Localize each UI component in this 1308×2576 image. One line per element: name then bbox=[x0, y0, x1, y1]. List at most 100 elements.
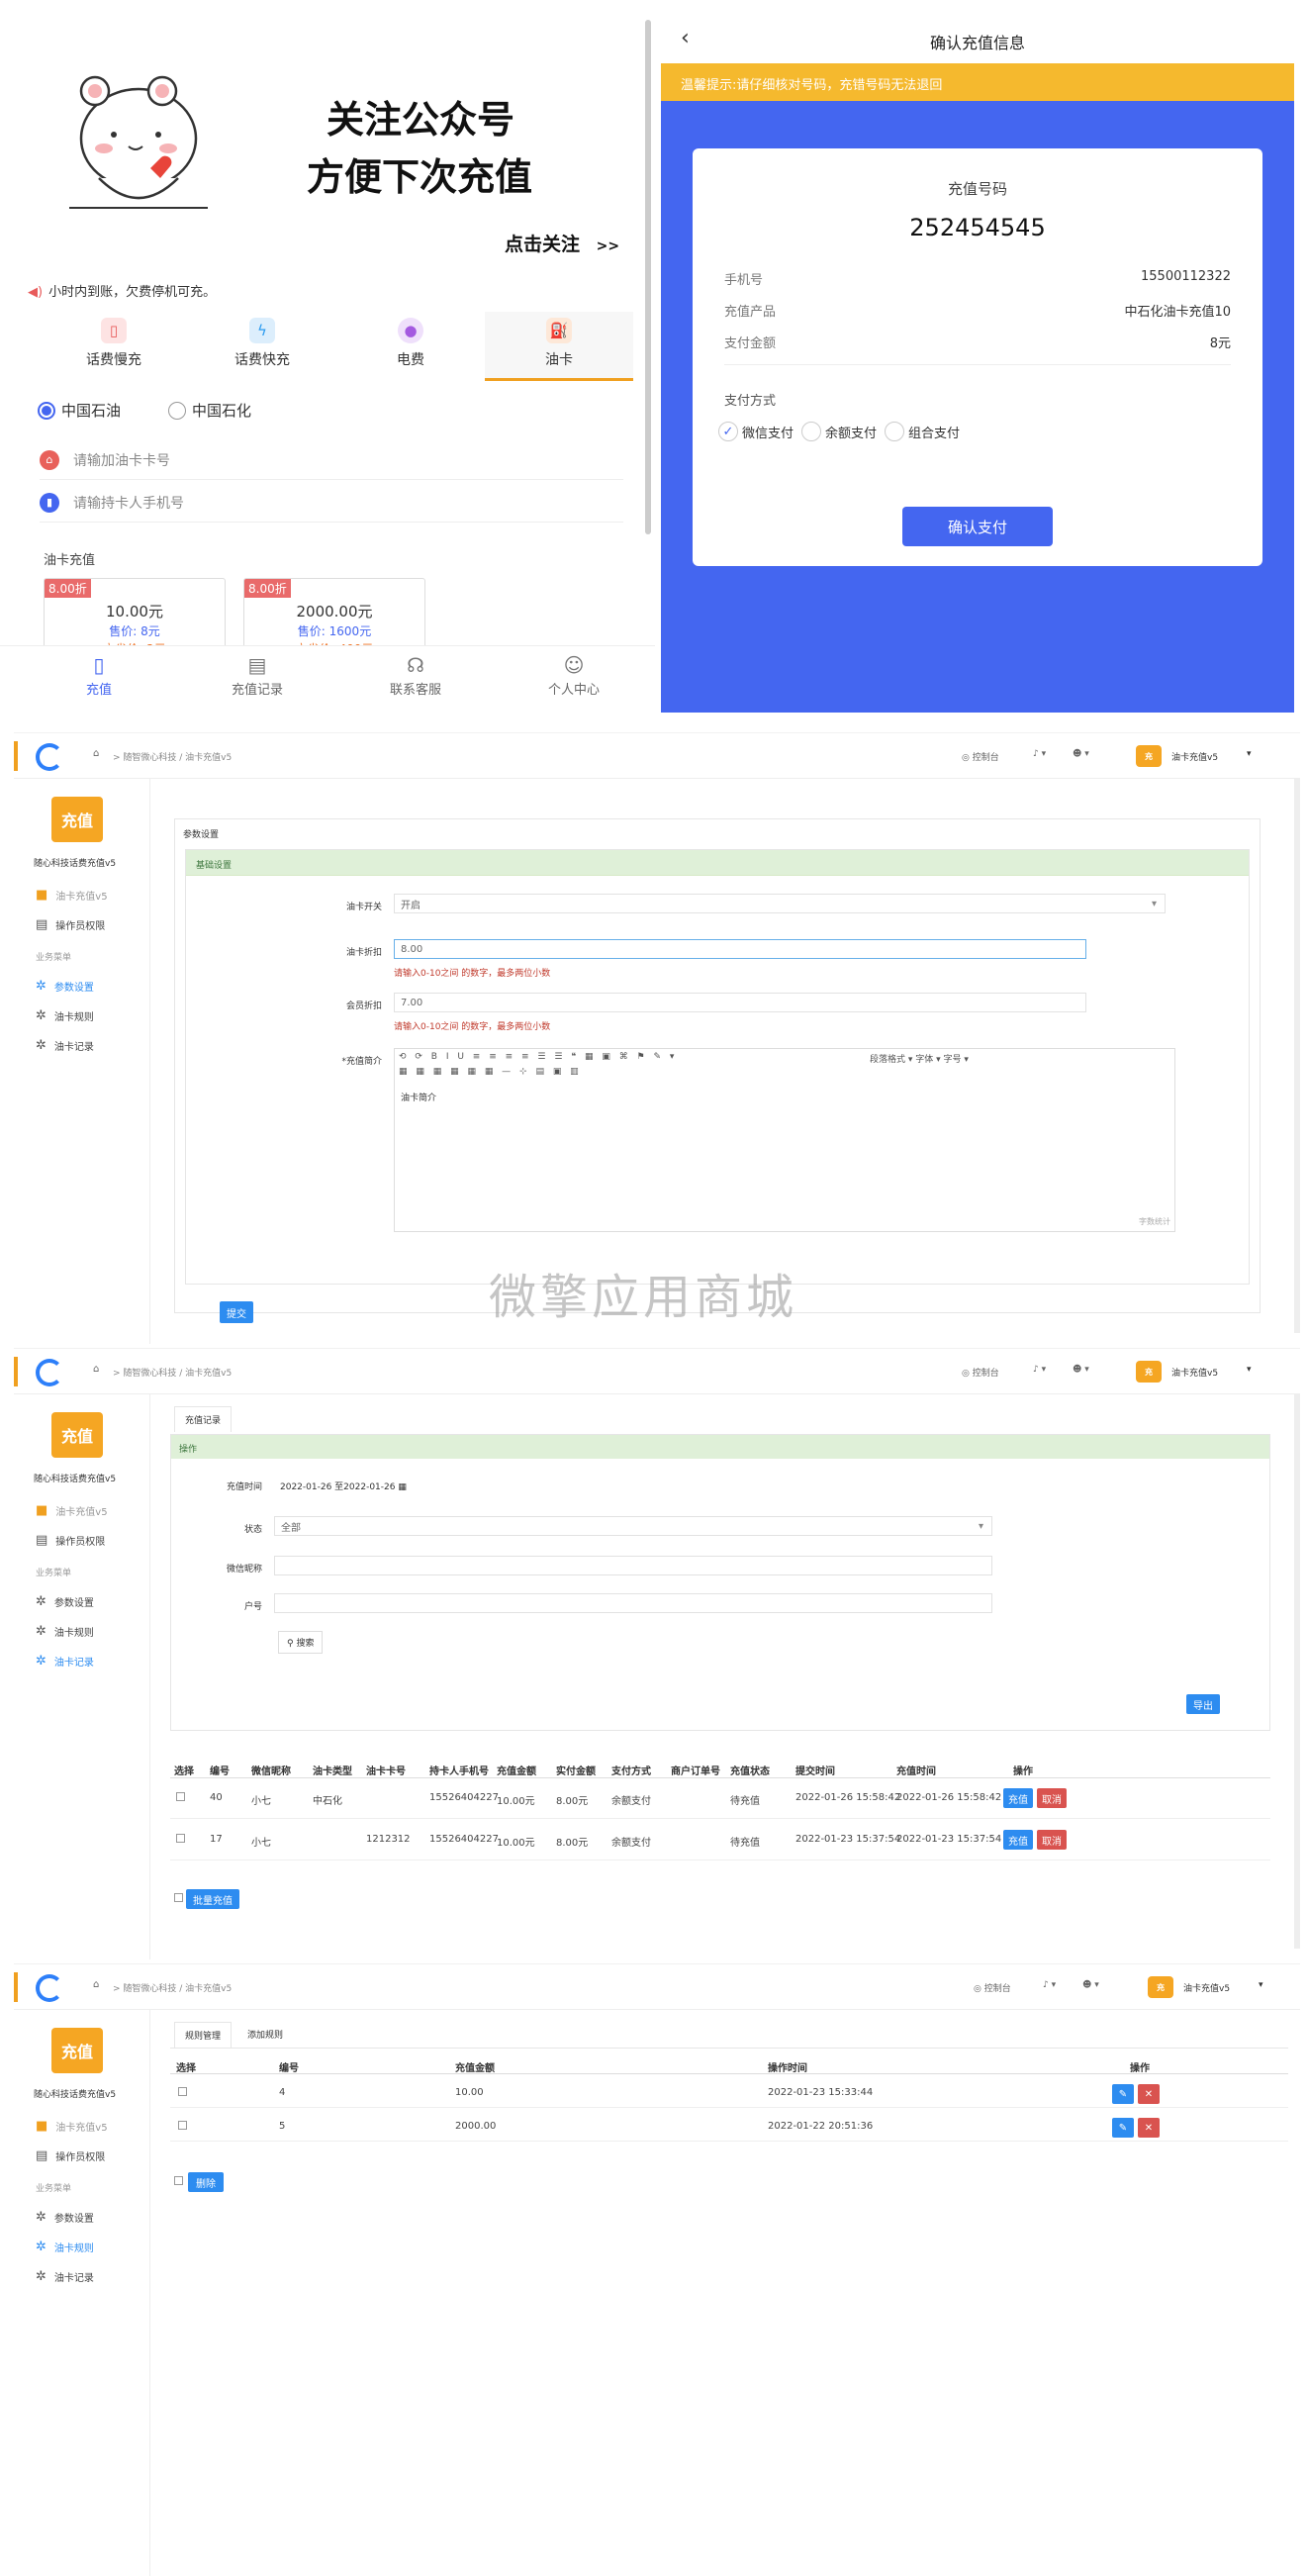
user-menu-icon[interactable]: ☻ ▾ bbox=[1073, 1365, 1089, 1375]
row-checkbox[interactable] bbox=[176, 1792, 185, 1801]
console-link[interactable]: ◎ 控制台 bbox=[974, 1981, 1011, 1994]
bell-icon[interactable]: ♪ ▾ bbox=[1043, 1980, 1056, 1990]
row-divider bbox=[170, 2107, 1288, 2108]
sidebar-item-module[interactable]: ■ 油卡充值v5 bbox=[14, 2111, 150, 2141]
follow-link[interactable]: 点击关注 >> bbox=[505, 230, 619, 256]
tab-fuel-card[interactable]: ⛽ 油卡 bbox=[485, 312, 633, 381]
discount-input[interactable]: 8.00 bbox=[394, 939, 1086, 959]
sidebar-label: 油卡记录 bbox=[53, 1041, 94, 1053]
export-button[interactable]: 导出 bbox=[1186, 1694, 1220, 1714]
pay-wechat[interactable]: ✓ 微信支付 bbox=[718, 422, 794, 441]
card-number-input[interactable]: ⌂ 请输加油卡卡号 bbox=[40, 440, 623, 480]
filter-section: 操作 充值时间 2022-01-26 至2022-01-26 ▦ 状态 全部 ▾ … bbox=[170, 1434, 1270, 1731]
table-cell: 5 bbox=[279, 2121, 286, 2132]
nav-service[interactable]: ☊ 联系客服 bbox=[336, 653, 495, 698]
sidebar-item-perm[interactable]: ▤ 操作员权限 bbox=[14, 1525, 150, 1555]
chevron-down-icon[interactable]: ▾ bbox=[1247, 749, 1252, 759]
tab-phone-fast[interactable]: ϟ 话费快充 bbox=[188, 312, 336, 381]
chevron-down-icon[interactable]: ▾ bbox=[1247, 1365, 1252, 1375]
row-checkbox[interactable] bbox=[178, 2121, 187, 2130]
sidebar-item-params[interactable]: ✲ 参数设置 bbox=[14, 1586, 150, 1616]
account-input[interactable] bbox=[274, 1593, 992, 1613]
user-name: 油卡充值v5 bbox=[1183, 1984, 1231, 1994]
tab-phone-slow[interactable]: ▯ 话费慢充 bbox=[40, 312, 188, 381]
sidebar-item-records[interactable]: ✲ 油卡记录 bbox=[14, 1646, 150, 1675]
nav-profile[interactable]: ☺ 个人中心 bbox=[495, 653, 653, 698]
charge-button[interactable]: 充值 bbox=[1003, 1830, 1033, 1850]
tab-records[interactable]: 充值记录 bbox=[174, 1406, 233, 1432]
bell-icon[interactable]: ♪ ▾ bbox=[1033, 749, 1046, 759]
close-icon[interactable]: ✕ bbox=[1138, 2084, 1160, 2104]
console-link[interactable]: ◎ 控制台 bbox=[962, 750, 999, 763]
tab-add-rule[interactable]: 添加规则 bbox=[237, 2022, 293, 2047]
sidebar-item-perm[interactable]: ▤ 操作员权限 bbox=[14, 2141, 150, 2170]
sidebar-item-rules[interactable]: ✲ 油卡规则 bbox=[14, 2232, 150, 2261]
sidebar-item-records[interactable]: ✲ 油卡记录 bbox=[14, 2261, 150, 2291]
member-input[interactable]: 7.00 bbox=[394, 993, 1086, 1012]
switch-select[interactable]: 开启 ▾ bbox=[394, 894, 1166, 913]
tab-rule-manage[interactable]: 规则管理 bbox=[174, 2022, 233, 2048]
sidebar-label: 参数设置 bbox=[53, 982, 94, 994]
home-icon[interactable]: ⌂ bbox=[93, 1979, 99, 1990]
user-menu-icon[interactable]: ☻ ▾ bbox=[1082, 1980, 1099, 1990]
row-checkbox[interactable] bbox=[176, 1834, 185, 1843]
tab-divider bbox=[170, 2048, 1288, 2049]
chevron-down-icon[interactable]: ▾ bbox=[1259, 1980, 1263, 1990]
family-label: 字体 bbox=[915, 1055, 934, 1065]
editor-toolbar-row2[interactable]: ▦ ▦ ▦ ▦ ▦ ▦ — ⊹ ▤ ▣ ▥ bbox=[399, 1067, 582, 1077]
sidebar-item-rules[interactable]: ✲ 油卡规则 bbox=[14, 1616, 150, 1646]
user-avatar: 充 bbox=[1148, 1976, 1173, 1998]
nav-recharge[interactable]: ▯ 充值 bbox=[20, 653, 178, 698]
gear-icon: ✲ bbox=[36, 2209, 47, 2225]
rich-editor[interactable]: ⟲ ⟳ B I U ≡ ≡ ≡ ≡ ☰ ☰ ❝ ▦ ▣ ⌘ ⚑ ✎ ▾ 段落格式… bbox=[394, 1048, 1175, 1232]
edit-icon[interactable]: ✎ bbox=[1112, 2118, 1134, 2138]
pay-balance[interactable]: 余额支付 bbox=[801, 422, 877, 441]
tablet-icon: ▯ bbox=[93, 653, 105, 677]
sidebar-group: 业务菜单 bbox=[14, 1557, 150, 1586]
nav-records[interactable]: ▤ 充值记录 bbox=[178, 653, 336, 698]
table-cell: 10.00元 bbox=[497, 1838, 535, 1849]
editor-toolbar[interactable]: ⟲ ⟳ B I U ≡ ≡ ≡ ≡ ☰ ☰ ❝ ▦ ▣ ⌘ ⚑ ✎ ▾ bbox=[399, 1052, 677, 1062]
doc-icon: ▤ bbox=[36, 2147, 48, 2163]
select-all-checkbox[interactable] bbox=[174, 1893, 183, 1902]
bell-icon[interactable]: ♪ ▾ bbox=[1033, 1365, 1046, 1375]
sidebar-item-records[interactable]: ✲ 油卡记录 bbox=[14, 1030, 150, 1060]
pay-combined[interactable]: 组合支付 bbox=[885, 422, 960, 441]
row-checkbox[interactable] bbox=[178, 2087, 187, 2096]
home-icon[interactable]: ⌂ bbox=[93, 748, 99, 759]
cancel-button[interactable]: 取消 bbox=[1037, 1830, 1067, 1850]
sidebar-item-module[interactable]: ■ 油卡充值v5 bbox=[14, 880, 150, 909]
table-cell: 15526404227 bbox=[429, 1834, 499, 1845]
user-menu-icon[interactable]: ☻ ▾ bbox=[1073, 749, 1089, 759]
sidebar-item-module[interactable]: ■ 油卡充值v5 bbox=[14, 1495, 150, 1525]
phone-input[interactable]: ▮ 请输持卡人手机号 bbox=[40, 483, 623, 523]
home-icon[interactable]: ⌂ bbox=[93, 1364, 99, 1375]
sidebar-item-rules[interactable]: ✲ 油卡规则 bbox=[14, 1001, 150, 1030]
delete-button[interactable]: 删除 bbox=[188, 2172, 224, 2192]
search-button[interactable]: ⚲ 搜索 bbox=[278, 1631, 324, 1654]
sidebar-item-perm[interactable]: ▤ 操作员权限 bbox=[14, 909, 150, 939]
tab-electric[interactable]: ● 电费 bbox=[336, 312, 485, 381]
sidebar-item-params[interactable]: ✲ 参数设置 bbox=[14, 2202, 150, 2232]
scrollbar[interactable] bbox=[645, 20, 651, 534]
submit-button[interactable]: 提交 bbox=[220, 1301, 253, 1323]
sidebar-item-params[interactable]: ✲ 参数设置 bbox=[14, 971, 150, 1001]
console-label: 控制台 bbox=[972, 753, 999, 763]
wx-nickname-input[interactable] bbox=[274, 1556, 992, 1575]
scrollbar[interactable] bbox=[1294, 779, 1300, 1333]
date-range[interactable]: 2022-01-26 至2022-01-26 ▦ bbox=[280, 1479, 407, 1492]
edit-icon[interactable]: ✎ bbox=[1112, 2084, 1134, 2104]
batch-charge-button[interactable]: 批量充值 bbox=[186, 1889, 239, 1909]
select-all-checkbox[interactable] bbox=[174, 2176, 183, 2185]
radio-cnpc[interactable]: 中国石油 bbox=[38, 400, 121, 421]
close-icon[interactable]: ✕ bbox=[1138, 2118, 1160, 2138]
scrollbar[interactable] bbox=[1294, 1394, 1300, 1949]
console-link[interactable]: ◎ 控制台 bbox=[962, 1366, 999, 1379]
charge-button[interactable]: 充值 bbox=[1003, 1788, 1033, 1808]
status-select[interactable]: 全部 ▾ bbox=[274, 1516, 992, 1536]
editor-font-select[interactable]: 段落格式 ▾ 字体 ▾ 字号 ▾ bbox=[870, 1052, 969, 1065]
radio-sinopec[interactable]: 中国石化 bbox=[168, 400, 251, 421]
confirm-pay-button[interactable]: 确认支付 bbox=[902, 507, 1053, 546]
cancel-button[interactable]: 取消 bbox=[1037, 1788, 1067, 1808]
breadcrumb: > 随智微心科技 / 油卡充值v5 bbox=[113, 1984, 233, 1994]
